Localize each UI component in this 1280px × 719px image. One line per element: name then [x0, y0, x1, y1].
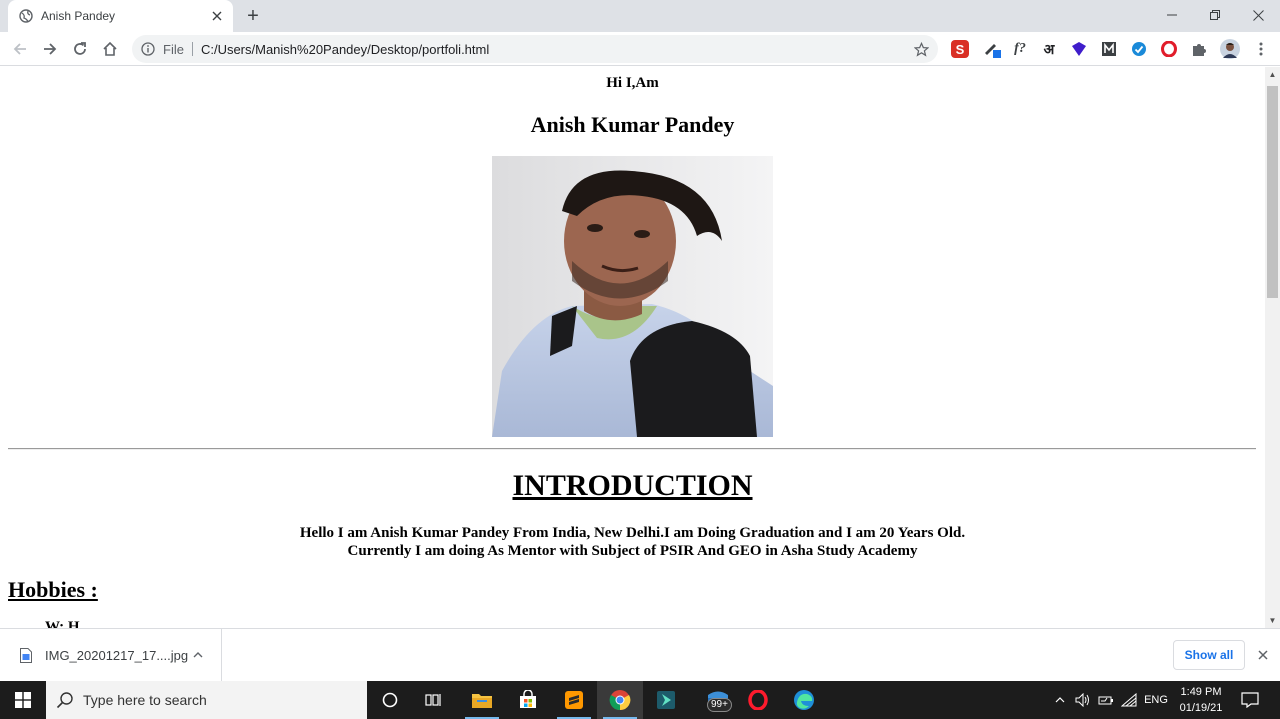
reload-icon[interactable]: [67, 36, 93, 62]
tab-close-icon[interactable]: [207, 6, 227, 26]
chevron-up-icon[interactable]: [188, 652, 207, 658]
chrome-icon[interactable]: [597, 681, 643, 719]
omnibox-divider: [191, 42, 193, 56]
extension-hindi-icon[interactable]: अ: [1039, 39, 1059, 59]
extension-formula-icon[interactable]: f?: [1010, 39, 1030, 59]
search-icon: [56, 691, 74, 709]
introduction-text: Hello I am Anish Kumar Pandey From India…: [0, 524, 1265, 560]
info-icon[interactable]: [141, 42, 155, 56]
window-close-icon[interactable]: [1236, 0, 1280, 30]
taskbar-search-box[interactable]: Type here to search: [46, 681, 367, 719]
home-icon[interactable]: [97, 36, 123, 62]
intro-line-2: Currently I am doing As Mentor with Subj…: [347, 543, 918, 559]
hobby-list-item: W: H: [45, 619, 80, 628]
download-item[interactable]: IMG_20201217_17....jpg: [0, 629, 222, 681]
profile-photo: [492, 156, 773, 437]
tab-strip: Anish Pandey +: [0, 0, 1280, 32]
restore-icon[interactable]: [1193, 0, 1237, 30]
back-icon[interactable]: [7, 36, 33, 62]
download-file-name: IMG_20201217_17....jpg: [45, 647, 189, 663]
greeting-heading: Hi I,Am: [606, 75, 659, 91]
cortana-icon[interactable]: [367, 681, 413, 719]
extension-s-icon[interactable]: S: [950, 39, 970, 59]
more-menu-icon[interactable]: [1251, 39, 1271, 59]
taskbar-clock[interactable]: 1:49 PM 01/19/21: [1172, 684, 1230, 716]
chevron-up-tray-icon[interactable]: [1050, 681, 1070, 719]
store-icon[interactable]: [505, 681, 551, 719]
horizontal-divider: [8, 448, 1256, 450]
scroll-down-icon[interactable]: ▼: [1265, 613, 1280, 628]
notifications-icon[interactable]: [1237, 681, 1263, 719]
sublime-text-icon[interactable]: [551, 681, 597, 719]
tab-title: Anish Pandey: [41, 9, 116, 23]
url-scheme-label: File: [163, 41, 184, 57]
scroll-thumb[interactable]: [1267, 86, 1278, 298]
opera-icon[interactable]: [735, 681, 781, 719]
extension-check-icon[interactable]: [1129, 39, 1149, 59]
windows-taskbar: Type here to search 99+ ENG 1:49 PM 01/1…: [0, 681, 1280, 719]
file-explorer-icon[interactable]: [459, 681, 505, 719]
show-all-button[interactable]: Show all: [1173, 640, 1245, 670]
bookmark-star-icon[interactable]: [908, 41, 934, 57]
download-bar-close-icon[interactable]: [1253, 645, 1273, 665]
url-text[interactable]: C:/Users/Manish%20Pandey/Desktop/portfol…: [201, 42, 908, 57]
download-bar: IMG_20201217_17....jpg Show all: [0, 628, 1280, 681]
extension-cube-icon[interactable]: [1069, 39, 1089, 59]
forward-icon[interactable]: [37, 36, 63, 62]
hobbies-heading: Hobbies :: [8, 577, 98, 602]
new-tab-button[interactable]: +: [240, 4, 266, 28]
page-viewport: Hi I,Am Anish Kumar Pandey INTRODUCTION …: [0, 67, 1265, 628]
extension-m-icon[interactable]: [1099, 39, 1119, 59]
edge-icon[interactable]: [781, 681, 827, 719]
browser-toolbar: File C:/Users/Manish%20Pandey/Desktop/po…: [0, 32, 1280, 66]
introduction-heading: INTRODUCTION: [512, 469, 753, 502]
image-file-icon: [20, 647, 32, 663]
extension-pen-icon[interactable]: [982, 39, 1002, 59]
battery-icon[interactable]: [1096, 681, 1116, 719]
extensions-puzzle-icon[interactable]: [1189, 39, 1209, 59]
language-indicator[interactable]: ENG: [1141, 681, 1171, 719]
address-bar[interactable]: File C:/Users/Manish%20Pandey/Desktop/po…: [132, 35, 938, 63]
opera-extension-icon[interactable]: [1159, 39, 1179, 59]
minimize-icon[interactable]: [1150, 0, 1194, 30]
search-placeholder: Type here to search: [83, 692, 207, 708]
mail-badge: 99+: [707, 698, 732, 712]
app-kite-icon[interactable]: [643, 681, 689, 719]
volume-icon[interactable]: [1073, 681, 1093, 719]
wifi-icon[interactable]: [1119, 681, 1139, 719]
clock-date: 01/19/21: [1179, 702, 1223, 714]
intro-line-1: Hello I am Anish Kumar Pandey From India…: [299, 525, 966, 541]
name-heading: Anish Kumar Pandey: [530, 112, 735, 137]
scroll-up-icon[interactable]: ▲: [1265, 67, 1280, 82]
windows-start-icon[interactable]: [0, 681, 45, 719]
profile-avatar[interactable]: [1220, 39, 1240, 59]
page-scrollbar[interactable]: ▲ ▼: [1265, 67, 1280, 628]
globe-icon: [19, 9, 33, 23]
browser-tab[interactable]: Anish Pandey: [8, 0, 233, 32]
task-view-icon[interactable]: [411, 681, 457, 719]
clock-time: 1:49 PM: [1180, 686, 1222, 698]
